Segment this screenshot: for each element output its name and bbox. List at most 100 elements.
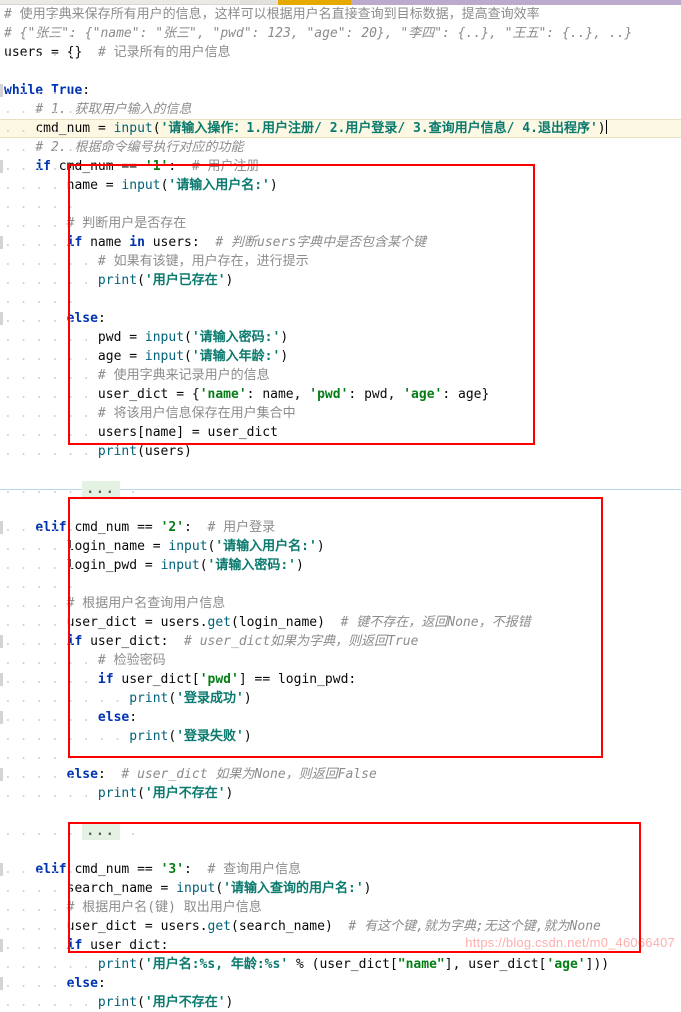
code-line[interactable]: . . . . . # 2. 根据命令编号执行对应的功能 [0, 138, 681, 157]
code-line[interactable]: . . . . . elif cmd_num == '3': # 查询用户信息 [0, 860, 681, 879]
gutter-change-mark [0, 768, 3, 781]
code-line[interactable]: . . . . . else: [0, 974, 681, 993]
code-line-blank[interactable] [0, 461, 681, 480]
code-line[interactable]: . . . . . . user_dict = {'name': name, '… [0, 385, 681, 404]
code-text: if user_dict: # user_dict如果为字典，则返回True [66, 634, 419, 649]
code-line[interactable]: . . . . . . print('用户不存在') [0, 993, 681, 1012]
code-text: print(users) [97, 444, 192, 459]
code-text: # 根据用户名(键) 取出用户信息 [66, 900, 262, 915]
code-line[interactable]: . . . . . . # 如果有该键，用户存在，进行提示 [0, 252, 681, 271]
code-text: # 2. 根据命令编号执行对应的功能 [35, 140, 244, 155]
code-line[interactable]: . . . . . if user_dict: # user_dict如果为字典… [0, 632, 681, 651]
code-line-container[interactable]: . . . . . # 使用字典来保存所有用户的信息，这样可以根据用户名直接查询… [0, 5, 681, 1012]
code-line[interactable]: . . . . . . print('用户名:%s, 年龄:%s' % (use… [0, 955, 681, 974]
code-text: else: [97, 710, 138, 725]
indent-guide-dots: . . . . . [4, 292, 83, 307]
code-text: # 使用字典来保存所有用户的信息，这样可以根据用户名直接查询到目标数据，提高查询… [4, 7, 540, 22]
code-text: print('用户已存在') [97, 273, 234, 288]
folded-code-marker[interactable]: . . . . . . . . .... [0, 480, 681, 499]
code-line[interactable]: . . . . . . . . print('登录成功') [0, 689, 681, 708]
code-line-blank[interactable] [0, 841, 681, 860]
code-line[interactable]: . . . . . . age = input('请输入年龄:') [0, 347, 681, 366]
gutter-change-mark [0, 635, 3, 648]
fold-ellipsis[interactable]: ... [82, 481, 120, 498]
code-line[interactable]: . . . . . name = input('请输入用户名:') [0, 176, 681, 195]
fold-ellipsis[interactable]: ... [82, 823, 120, 840]
code-text: if name in users: # 判断users字典中是否包含某个键 [66, 235, 427, 250]
code-line[interactable]: . . . . . # 判断用户是否存在 [0, 214, 681, 233]
code-line[interactable]: . . . . . user_dict = users.get(login_na… [0, 613, 681, 632]
code-line[interactable]: . . . . . . else: [0, 708, 681, 727]
code-line[interactable]: . . . . . . pwd = input('请输入密码:') [0, 328, 681, 347]
code-text: search_name = input('请输入查询的用户名:') [66, 881, 372, 896]
code-text: if cmd_num == '1': # 用户注册 [35, 159, 260, 174]
code-line[interactable]: . . . . . . print('用户不存在') [0, 784, 681, 803]
code-line-blank[interactable] [0, 62, 681, 81]
code-line-blank[interactable] [0, 499, 681, 518]
code-text: # 1. 获取用户输入的信息 [35, 102, 192, 117]
code-text: login_name = input('请输入用户名:') [66, 539, 325, 554]
code-text: age = input('请输入年龄:') [97, 349, 289, 364]
code-line[interactable]: . . . . . users = {} # 记录所有的用户信息 [0, 43, 681, 62]
code-line[interactable]: . . . . . while True: [0, 81, 681, 100]
code-line-blank[interactable]: . . . . . [0, 290, 681, 309]
folded-code-marker[interactable]: . . . . . . . . .... [0, 822, 681, 841]
code-line-blank[interactable]: . . . . . [0, 575, 681, 594]
code-line[interactable]: . . . . . . # 检验密码 [0, 651, 681, 670]
code-line[interactable]: . . . . . search_name = input('请输入查询的用户名… [0, 879, 681, 898]
code-line[interactable]: . . . . . # {"张三": {"name": "张三", "pwd":… [0, 24, 681, 43]
code-line-blank[interactable]: . . . . . [0, 746, 681, 765]
gutter-change-mark [0, 711, 3, 724]
code-line[interactable]: . . . . . else: [0, 309, 681, 328]
gutter-change-mark [0, 939, 3, 952]
code-line[interactable]: . . . . . if cmd_num == '1': # 用户注册 [0, 157, 681, 176]
code-line[interactable]: . . . . . if name in users: # 判断users字典中… [0, 233, 681, 252]
code-line[interactable]: . . . . . # 使用字典来保存所有用户的信息，这样可以根据用户名直接查询… [0, 5, 681, 24]
code-text: login_pwd = input('请输入密码:') [66, 558, 304, 573]
code-line[interactable]: . . . . . login_pwd = input('请输入密码:') [0, 556, 681, 575]
code-text: else: [66, 311, 106, 326]
code-line[interactable]: . . . . . . . . print('登录失败') [0, 727, 681, 746]
code-line[interactable]: . . . . . . print('用户已存在') [0, 271, 681, 290]
code-text: users = {} # 记录所有的用户信息 [4, 45, 231, 60]
code-line[interactable]: . . . . . . print(users) [0, 442, 681, 461]
code-line[interactable]: . . . . . # 根据用户名查询用户信息 [0, 594, 681, 613]
code-line[interactable]: . . . . . # 根据用户名(键) 取出用户信息 [0, 898, 681, 917]
code-text: users[name] = user_dict [97, 425, 278, 440]
code-line[interactable]: . . . . . . users[name] = user_dict [0, 423, 681, 442]
code-line[interactable]: . . . . . . if user_dict['pwd'] == login… [0, 670, 681, 689]
code-text: cmd_num = input('请输入操作：1.用户注册/ 2.用户登录/ 3… [35, 121, 606, 136]
code-line-blank[interactable]: . . . . . [0, 195, 681, 214]
gutter-change-mark [0, 863, 3, 876]
code-text: print('用户不存在') [97, 786, 234, 801]
code-line[interactable]: . . . . . login_name = input('请输入用户名:') [0, 537, 681, 556]
code-text: else: [66, 976, 106, 991]
code-line[interactable]: . . . . . . # 使用字典来记录用户的信息 [0, 366, 681, 385]
code-text: user_dict = users.get(search_name) # 有这个… [66, 919, 601, 934]
indent-guide-dots: . . . . . [4, 748, 83, 763]
code-text: user_dict = users.get(login_name) # 键不存在… [66, 615, 531, 630]
code-line[interactable]: . . . . . user_dict = users.get(search_n… [0, 917, 681, 936]
code-text: # 将该用户信息保存在用户集合中 [97, 406, 296, 421]
code-line-blank[interactable] [0, 803, 681, 822]
code-text: print('用户名:%s, 年龄:%s' % (user_dict["name… [97, 957, 610, 972]
code-text: user_dict = {'name': name, 'pwd': pwd, '… [97, 387, 490, 402]
code-line[interactable]: . . . . . cmd_num = input('请输入操作：1.用户注册/… [0, 119, 681, 138]
gutter-change-mark [0, 236, 3, 249]
code-text: else: # user_dict 如果为None，则返回False [66, 767, 377, 782]
code-editor[interactable]: . . . . . # 使用字典来保存所有用户的信息，这样可以根据用户名直接查询… [0, 5, 681, 1010]
code-text: print('用户不存在') [97, 995, 234, 1010]
code-line[interactable]: . . . . . else: # user_dict 如果为None，则返回F… [0, 765, 681, 784]
code-text: # 根据用户名查询用户信息 [66, 596, 226, 611]
code-line[interactable]: . . . . . # 1. 获取用户输入的信息 [0, 100, 681, 119]
code-text: elif cmd_num == '3': # 查询用户信息 [35, 862, 302, 877]
code-text: while True: [4, 83, 91, 98]
code-line[interactable]: . . . . . . # 将该用户信息保存在用户集合中 [0, 404, 681, 423]
code-line[interactable]: . . . . . elif cmd_num == '2': # 用户登录 [0, 518, 681, 537]
